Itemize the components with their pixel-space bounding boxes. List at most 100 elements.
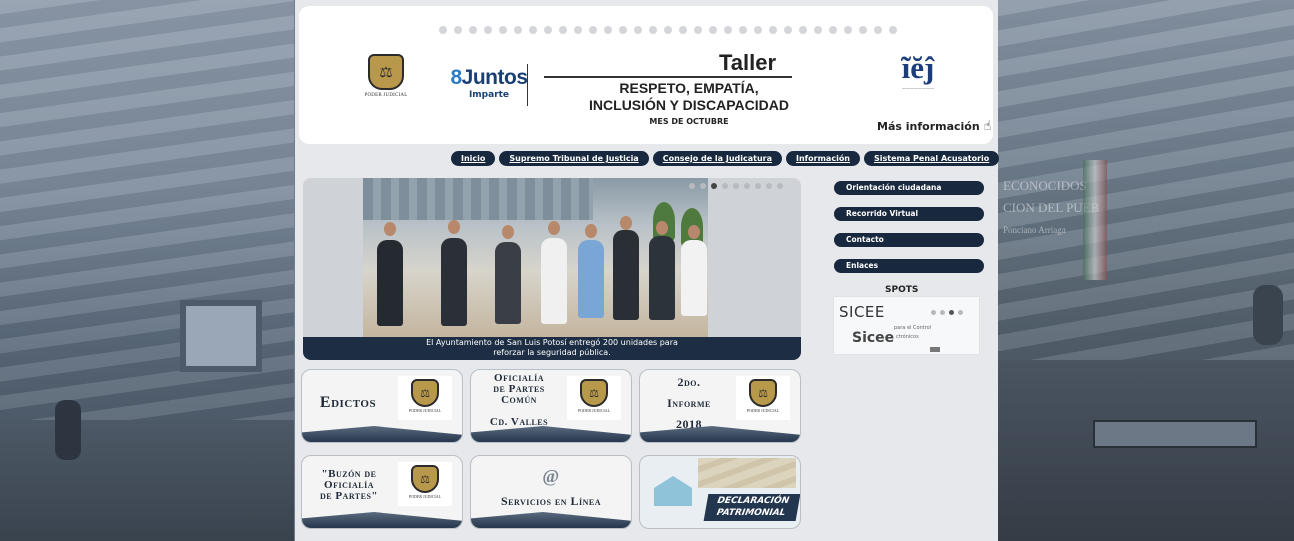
sicee-footer-mark [930,347,940,352]
person [649,236,675,320]
juntos-name-text: Juntos [461,66,528,89]
declaracion-patrimonial-tile[interactable]: DECLARACIÓN PATRIMONIAL [639,455,801,529]
tile-swoosh [471,426,631,442]
slider-dot[interactable] [700,183,706,189]
side-enlaces[interactable]: Enlaces [834,259,984,273]
building [363,178,593,220]
slider-dot[interactable] [689,183,695,189]
tile-label-line: Cd. Valles [489,416,549,428]
tile-swoosh [302,426,462,442]
sicee-dot[interactable] [931,310,936,315]
wall-panel [180,300,262,372]
house-icon [654,476,692,506]
slide-caption[interactable]: El Ayuntamiento de San Luis Potosí entre… [303,337,801,360]
banner-subtitle-line: RESPETO, EMPATÍA, [619,80,759,96]
sicee-dot[interactable] [940,310,945,315]
person [541,238,567,324]
nav-informacion[interactable]: Información [786,151,861,166]
tile-label: Edictos [319,394,377,411]
slider-dot[interactable] [755,183,761,189]
person-head [688,225,700,239]
person-head [620,216,632,230]
courtroom-chair [1253,285,1283,345]
poder-judicial-mini-logo: ⚖ PODER JUDICIAL [398,462,452,506]
courtroom-desk [0,420,294,541]
edictos-tile[interactable]: Edictos ⚖ PODER JUDICIAL [301,369,463,443]
courtroom-desk [998,360,1294,541]
person-head [585,224,597,238]
background-left [0,0,294,541]
sicee-spot-banner[interactable]: SICEE para el Control ctrónicos Sicee [833,296,980,355]
juntos-sub: Imparte [468,90,510,100]
slider-dots [689,183,783,189]
tile-label-line: 2do. [677,375,701,389]
scales-icon: ⚖ [411,379,439,407]
person-head [656,221,668,235]
banner-dots-decoration [439,26,897,34]
more-info-link[interactable]: Más información ☝ [877,119,991,134]
slide-photo [363,178,708,338]
tile-label: Servicios en Línea [500,494,602,508]
oficialia-cd-valles-tile[interactable]: Oficialía de Partes Común Cd. Valles ⚖ P… [470,369,632,443]
sicee-desc: para el Control [894,325,932,331]
main-nav: Inicio Supremo Tribunal de Justicia Cons… [451,151,1000,166]
scales-icon: ⚖ [368,54,404,90]
tile-label: Oficialía de Partes Común [477,373,561,406]
banner-month: MES DE OCTUBRE [649,117,729,126]
iej-caption: ———————— [902,86,934,91]
news-slider[interactable]: El Ayuntamiento de San Luis Potosí entre… [303,178,801,360]
spots-title: SPOTS [885,285,919,295]
flag [1083,160,1107,280]
slide-caption-line: reforzar la seguridad pública. [493,348,611,357]
person-head [448,220,460,234]
slider-dot[interactable] [766,183,772,189]
poder-judicial-mini-logo: ⚖ PODER JUDICIAL [567,376,621,420]
tile-label-line: Común [501,394,537,406]
slider-dot-active[interactable] [711,183,717,189]
person-head [548,221,560,235]
slider-dot[interactable] [733,183,739,189]
slider-dot[interactable] [744,183,750,189]
scales-icon: ⚖ [749,379,777,407]
nav-inicio[interactable]: Inicio [451,151,496,166]
side-contacto[interactable]: Contacto [834,233,984,247]
iej-mark-icon: ĩĕĵ [901,50,935,85]
juntos-logo: 8Juntos Imparte [449,66,529,100]
person-head [384,222,396,236]
hand-pointer-icon: ☝ [983,119,992,134]
person [441,238,467,326]
tile-label-line: Informe [667,396,711,410]
banner-subtitle-line: INCLUSIÓN Y DISCAPACIDAD [589,97,789,113]
mini-logo-caption: PODER JUDICIAL [408,494,442,499]
slider-dot[interactable] [777,183,783,189]
logo-caption: PODER JUDICIAL [364,93,408,98]
person [377,240,403,326]
taller-banner[interactable]: ⚖ PODER JUDICIAL 8Juntos Imparte Taller … [299,6,993,144]
tile-swoosh [471,512,631,528]
sicee-dot-active[interactable] [949,310,954,315]
slider-dot[interactable] [722,183,728,189]
side-recorrido-virtual[interactable]: Recorrido Virtual [834,207,984,221]
background-right: ECONOCIDOS CION DEL PUEB Ponciano Arriag… [998,0,1294,541]
sicee-desc: ctrónicos [896,334,919,340]
mini-logo-caption: PODER JUDICIAL [408,408,442,413]
person [613,230,639,320]
sicee-dots [931,310,963,315]
monitor [1093,420,1257,448]
divider [544,76,792,78]
poder-judicial-logo: ⚖ PODER JUDICIAL [361,54,411,98]
sicee-dot[interactable] [958,310,963,315]
person [578,240,604,318]
nav-sistema-penal[interactable]: Sistema Penal Acusatorio [864,151,1000,166]
buzon-oficialia-tile[interactable]: "Buzón de Oficialía de Partes" ⚖ PODER J… [301,455,463,529]
servicios-en-linea-tile[interactable]: @ Servicios en Línea [470,455,632,529]
segundo-informe-tile[interactable]: 2do. Informe 2018 ⚖ PODER JUDICIAL [639,369,801,443]
person [495,242,521,324]
side-orientacion-ciudadana[interactable]: Orientación ciudadana [834,181,984,195]
courtroom-chair [55,400,81,460]
sicee-brand: Sicee [852,330,895,346]
sicee-title: SICEE [839,303,885,321]
nav-consejo-judicatura[interactable]: Consejo de la Judicatura [652,151,782,166]
banknotes-image [698,458,796,488]
nav-supremo-tribunal[interactable]: Supremo Tribunal de Justicia [499,151,649,166]
